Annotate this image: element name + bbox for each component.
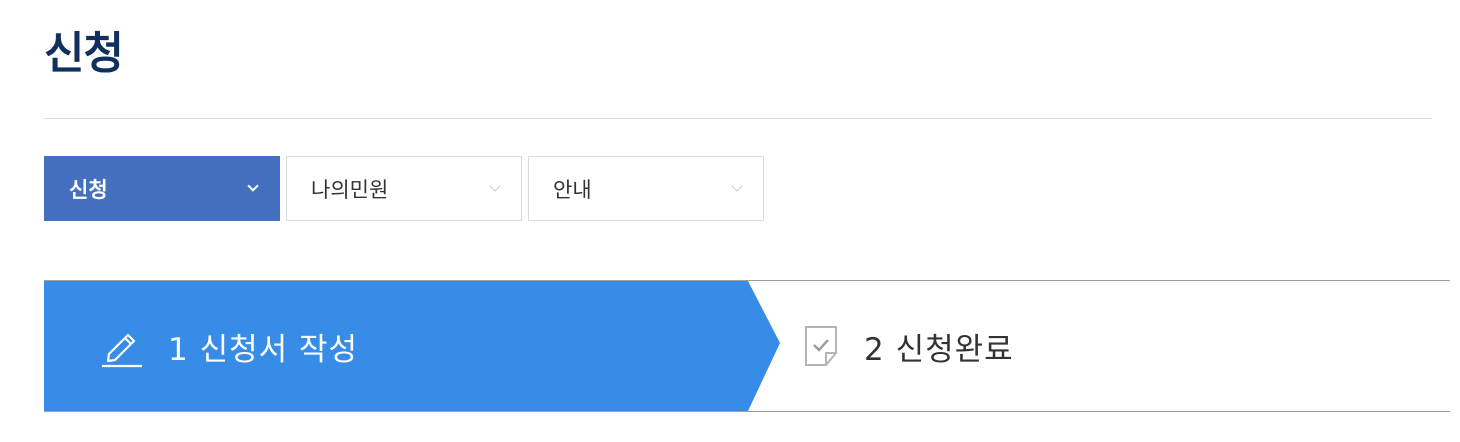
- step-write-application: 1 신청서 작성: [100, 281, 358, 411]
- progress-steps: 1 신청서 작성 2 신청완료: [44, 280, 1450, 412]
- pencil-icon: [100, 324, 144, 368]
- chevron-down-icon: [489, 180, 501, 192]
- tab-apply-label: 신청: [69, 177, 108, 202]
- document-check-icon: [804, 325, 840, 367]
- chevron-down-icon: [731, 180, 743, 192]
- chevron-down-icon: [247, 180, 259, 192]
- step-complete: 2 신청완료: [804, 281, 1014, 411]
- menu-tabs: 신청 나의민원 안내: [44, 156, 764, 221]
- tab-my-civil-petitions-label: 나의민원: [311, 177, 389, 202]
- page-title: 신청: [44, 28, 124, 79]
- step-2-label: 2 신청완료: [864, 331, 1014, 368]
- application-page: 신청 신청 나의민원 안내 1 신청서 작성 2 신청완료: [0, 0, 1460, 442]
- tab-my-civil-petitions[interactable]: 나의민원: [286, 156, 522, 221]
- title-divider: [44, 118, 1432, 119]
- tab-apply[interactable]: 신청: [44, 156, 280, 221]
- tab-guide[interactable]: 안내: [528, 156, 764, 221]
- tab-guide-label: 안내: [553, 177, 592, 202]
- step-1-label: 1 신청서 작성: [168, 331, 359, 368]
